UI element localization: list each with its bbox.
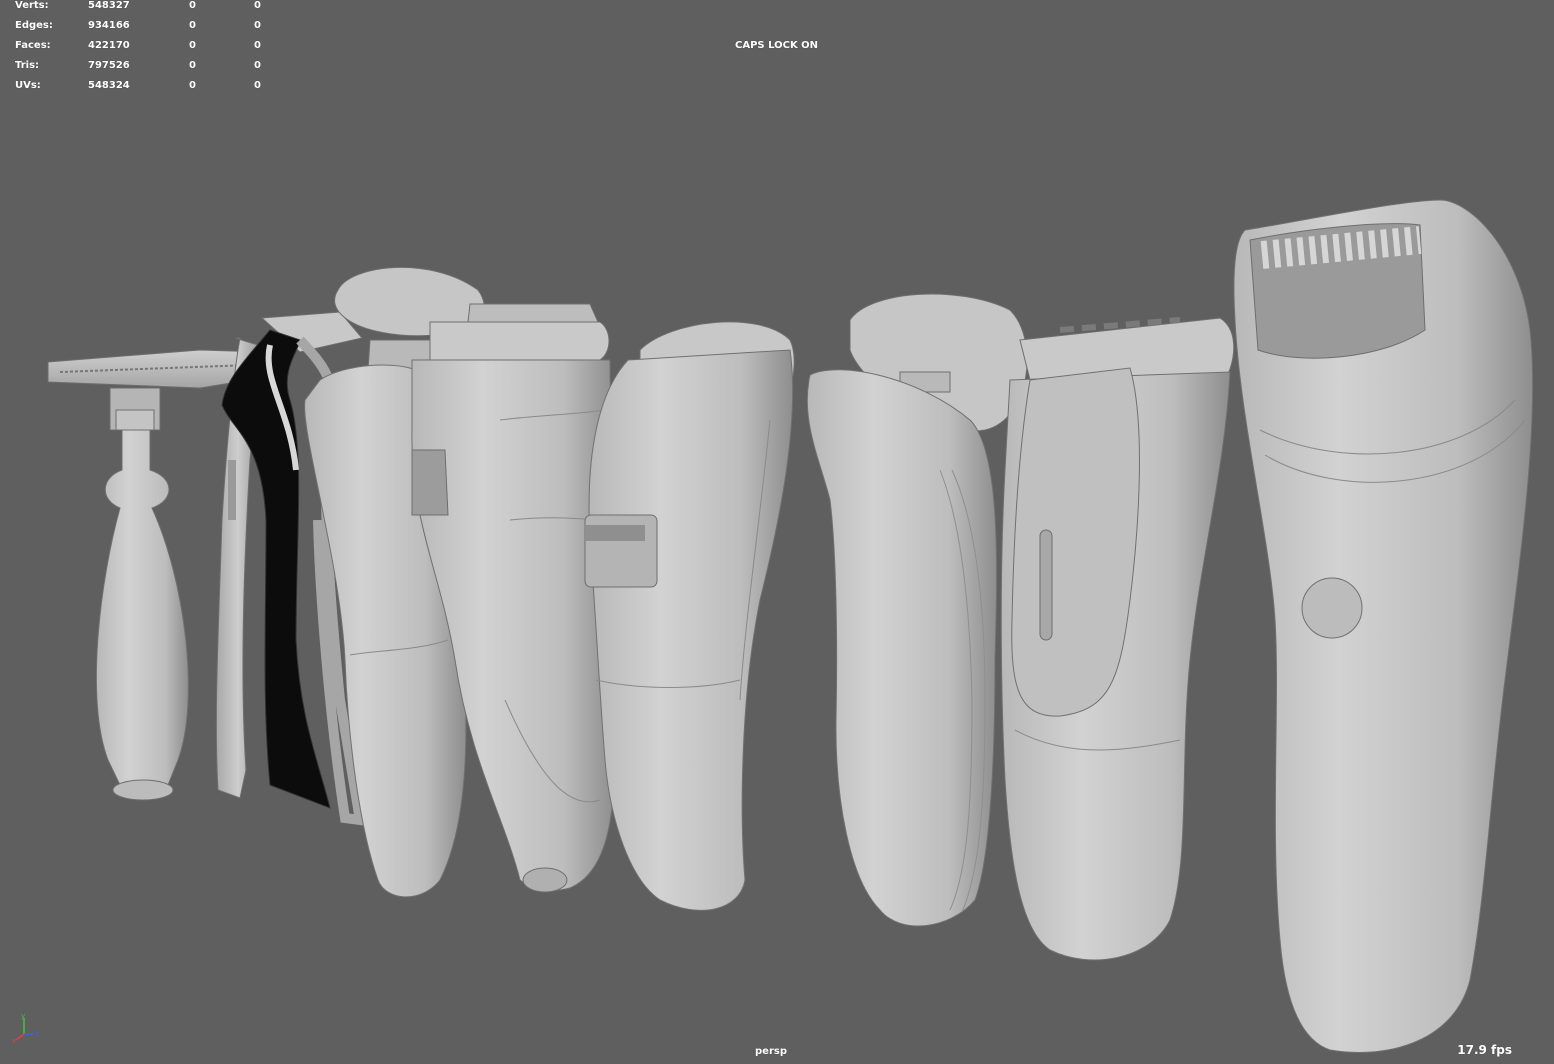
view-axis-icon: y x z (12, 1012, 39, 1044)
epilator[interactable] (1233, 199, 1534, 1053)
fps-counter: 17.9 fps (1457, 1043, 1512, 1057)
foil-shaver-3[interactable] (1000, 317, 1235, 961)
foil-shaver-2[interactable] (584, 321, 795, 911)
rotary-shaver-2[interactable] (806, 293, 1028, 927)
axis-z-label: z (35, 1030, 39, 1038)
axis-x-label: x (12, 1037, 16, 1044)
maya-viewport[interactable]: Verts: 548327 0 0 Edges: 934166 0 0 Face… (0, 0, 1554, 1064)
scene-render[interactable] (0, 0, 1554, 1064)
axis-y-label: y (21, 1012, 25, 1020)
camera-name-label: persp (755, 1046, 787, 1057)
